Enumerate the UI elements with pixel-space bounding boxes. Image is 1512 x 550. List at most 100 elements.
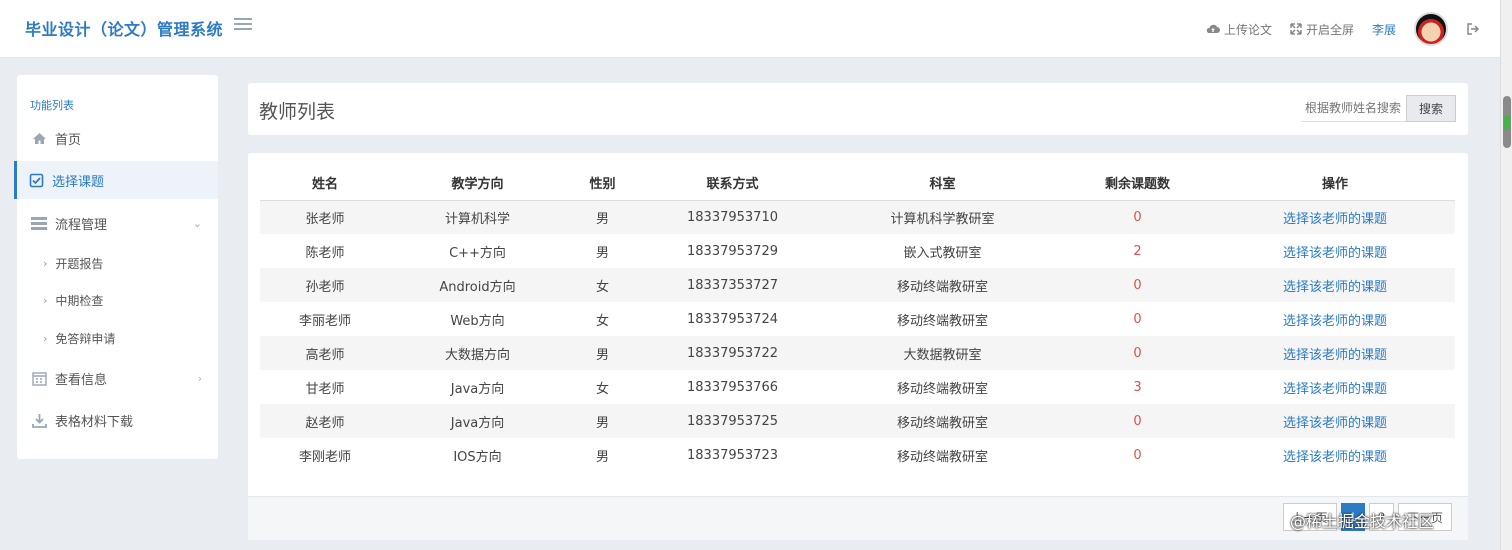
select-topic-link[interactable]: 选择该老师的课题 [1215, 302, 1455, 336]
sidebar-item-process[interactable]: 流程管理 ⌄ [17, 204, 218, 242]
teaching-direction: C++方向 [449, 245, 506, 261]
page-2-button[interactable]: 2 [1369, 503, 1394, 531]
sidebar-item-label: 查看信息 [55, 372, 108, 388]
user-name[interactable]: 李展 [1372, 21, 1396, 38]
contact-phone: 18337953729 [687, 243, 778, 259]
avatar[interactable] [1414, 12, 1448, 46]
select-topic-link[interactable]: 选择该老师的课题 [1215, 268, 1455, 302]
table-row: 李刚老师 IOS方向 男 18337953723 移动终端教研室 0 选择该老师的课题 [260, 438, 1455, 472]
teacher-name: 孙老师 [260, 268, 390, 302]
home-icon [31, 130, 47, 146]
logout-icon[interactable] [1466, 22, 1480, 36]
table-row: 孙老师 Android方向女 18337353727 移动终端教研室 0 选择该老师的课题 [260, 268, 1455, 302]
column-header-gender: 性别 [565, 165, 640, 201]
teaching-direction: Web方向 [450, 313, 505, 329]
contact-phone: 18337953725 [640, 404, 825, 438]
department: 移动终端教研室 [825, 404, 1060, 438]
sidebar-subitem-proposal[interactable]: › 开题报告 [17, 246, 218, 280]
chevron-right-icon: › [197, 371, 202, 385]
sidebar-item-label: 首页 [55, 132, 82, 148]
sidebar-subitem-label: 免答辩申请 [55, 331, 116, 346]
pagination: 上一页 1 2 下一页 [1279, 503, 1452, 531]
sidebar-item-select-topic[interactable]: 选择课题 [14, 161, 218, 199]
table-row: 张老师 计算机科学男 18337953710 计算机科学教研室 0 选择该老师的课题 [260, 200, 1455, 234]
page-scrollbar[interactable] [1500, 0, 1512, 550]
department: 移动终端教研室 [896, 381, 988, 397]
teacher-name: 高老师 [260, 336, 390, 370]
gender: 男 [565, 404, 640, 438]
sidebar-subitem-exemption[interactable]: › 免答辩申请 [17, 321, 218, 355]
download-icon [31, 412, 47, 428]
teaching-direction: IOS方向 [453, 449, 502, 465]
contact-phone: 18337953722 [640, 336, 825, 370]
select-topic-link[interactable]: 选择该老师的课题 [1215, 370, 1455, 404]
department: 移动终端教研室 [896, 313, 988, 329]
table-row: 李丽老师 Web方向 女 18337953724 移动终端教研室 0 选择该老师的课题 [260, 302, 1455, 336]
select-topic-link[interactable]: 选择该老师的课题 [1215, 234, 1455, 268]
teaching-direction: Java方向 [390, 404, 565, 438]
gender: 女 [565, 268, 640, 302]
teacher-name: 陈老师 [305, 245, 345, 261]
cloud-upload-icon [1206, 24, 1220, 33]
remaining-topics: 2 [1133, 243, 1142, 259]
sidebar-subitem-midterm[interactable]: › 中期检查 [17, 283, 218, 317]
chevron-right-icon: › [43, 293, 48, 307]
table-header-row: 姓名 教学方向 性别 联系方式 科室 剩余课题数 操作 [260, 165, 1455, 201]
menu-toggle-icon[interactable] [234, 18, 252, 32]
chevron-right-icon: › [43, 331, 48, 345]
next-page-button[interactable]: 下一页 [1397, 503, 1452, 531]
list-icon [31, 215, 47, 231]
select-topic-link[interactable]: 选择该老师的课题 [1215, 404, 1455, 438]
search-button[interactable]: 搜索 [1406, 95, 1456, 122]
fullscreen-link[interactable]: 开启全屏 [1290, 21, 1354, 38]
top-header: 毕业设计（论文）管理系统 上传论文 开启全屏 李展 [0, 0, 1500, 58]
expand-icon [1290, 23, 1302, 35]
upload-thesis-link[interactable]: 上传论文 [1206, 21, 1272, 38]
upload-thesis-label: 上传论文 [1223, 22, 1272, 37]
sidebar-item-label: 流程管理 [55, 217, 108, 233]
title-panel: 教师列表 搜索 [248, 83, 1468, 135]
fullscreen-label: 开启全屏 [1305, 22, 1354, 37]
column-header-contact: 联系方式 [640, 165, 825, 201]
search-input[interactable] [1301, 95, 1406, 122]
sidebar: 功能列表 首页 选择课题 流程管理 ⌄ › 开题报告 › 中期检查 › 免答辩申… [14, 75, 218, 459]
remaining-topics: 0 [1133, 447, 1142, 463]
sidebar-subitem-label: 中期检查 [55, 293, 104, 308]
contact-phone: 18337353727 [640, 268, 825, 302]
sidebar-item-download[interactable]: 表格材料下载 [17, 401, 218, 439]
table-row: 赵老师 Java方向男 18337953725 移动终端教研室 0 选择该老师的课题 [260, 404, 1455, 438]
sidebar-item-view-info[interactable]: 查看信息 › [17, 359, 218, 397]
contact-phone: 18337953723 [687, 447, 778, 463]
app-title[interactable]: 毕业设计（论文）管理系统 [25, 16, 223, 40]
table-row: 高老师 大数据方向男 18337953722 大数据教研室 0 选择该老师的课题 [260, 336, 1455, 370]
contact-phone: 18337953766 [687, 379, 778, 395]
teaching-direction: 大数据方向 [390, 336, 565, 370]
page-1-button[interactable]: 1 [1340, 503, 1366, 531]
select-topic-link[interactable]: 选择该老师的课题 [1215, 200, 1455, 234]
scrollbar-thumb[interactable] [1503, 96, 1511, 148]
department: 大数据教研室 [825, 336, 1060, 370]
department: 嵌入式教研室 [903, 245, 982, 261]
chevron-down-icon: ⌄ [192, 216, 202, 230]
chevron-right-icon: › [43, 256, 48, 270]
sidebar-item-home[interactable]: 首页 [17, 119, 218, 157]
column-header-action: 操作 [1215, 165, 1455, 201]
teacher-name: 张老师 [260, 200, 390, 234]
table-footer: 上一页 1 2 下一页 [248, 496, 1468, 540]
contact-phone: 18337953710 [640, 200, 825, 234]
select-topic-link[interactable]: 选择该老师的课题 [1215, 438, 1455, 472]
remaining-topics: 0 [1060, 200, 1215, 234]
department: 移动终端教研室 [825, 268, 1060, 302]
prev-page-button[interactable]: 上一页 [1282, 503, 1337, 531]
table-row: 陈老师 C++方向 男 18337953729 嵌入式教研室 2 选择该老师的课题 [260, 234, 1455, 268]
sidebar-item-label: 选择课题 [52, 174, 105, 190]
remaining-topics: 0 [1060, 268, 1215, 302]
department: 计算机科学教研室 [825, 200, 1060, 234]
select-topic-link[interactable]: 选择该老师的课题 [1215, 336, 1455, 370]
column-header-department: 科室 [825, 165, 1060, 201]
gender: 男 [595, 449, 609, 465]
sidebar-subitem-label: 开题报告 [55, 256, 104, 271]
contact-phone: 18337953724 [687, 311, 778, 327]
page-title: 教师列表 [259, 101, 336, 123]
gender: 女 [595, 313, 609, 329]
